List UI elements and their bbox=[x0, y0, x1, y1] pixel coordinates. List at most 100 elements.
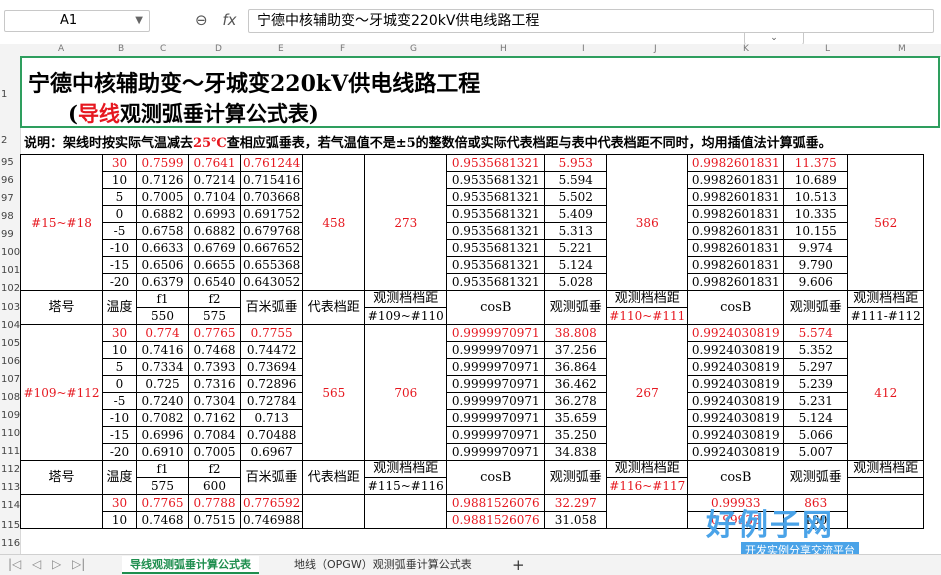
obs-sag-cell[interactable]: 5.239 bbox=[783, 375, 849, 393]
obs-span-cell[interactable]: 562 bbox=[847, 154, 925, 291]
row-header[interactable]: 111 bbox=[1, 446, 20, 457]
f2-cell[interactable]: 0.7788 bbox=[188, 494, 241, 512]
obs-sag-cell[interactable]: 11.375 bbox=[783, 154, 849, 172]
f1-cell[interactable]: 0.7005 bbox=[136, 188, 189, 206]
cosb-cell[interactable]: 0.9535681321 bbox=[446, 239, 546, 257]
hundred-sag-cell[interactable]: 0.776592 bbox=[239, 494, 304, 512]
tab-ground-wire-sag[interactable]: 地线（OPGW）观测弧垂计算公式表 bbox=[286, 556, 480, 574]
f2-cell[interactable]: 0.7304 bbox=[188, 392, 241, 410]
cosb-cell[interactable]: 0.9982601831 bbox=[687, 273, 785, 291]
obs-sag-cell[interactable]: 36.864 bbox=[544, 358, 608, 376]
row-header[interactable]: 95 bbox=[1, 157, 14, 168]
hundred-sag-cell[interactable]: 0.73694 bbox=[239, 358, 304, 376]
temp-cell[interactable]: -5 bbox=[102, 392, 137, 410]
row-header[interactable]: 100 bbox=[1, 247, 20, 258]
f2-cell[interactable]: 0.7468 bbox=[188, 341, 241, 359]
obs-span-header[interactable]: 观测档档距 bbox=[364, 460, 448, 478]
f1-cell[interactable]: 0.7765 bbox=[136, 494, 189, 512]
tower-header[interactable]: 塔号 bbox=[20, 460, 103, 495]
temp-cell[interactable]: 5 bbox=[102, 188, 137, 206]
obs-sag-cell[interactable]: 5.066 bbox=[783, 426, 849, 444]
hundred-sag-cell[interactable]: 0.713 bbox=[239, 409, 304, 427]
temp-cell[interactable]: 10 bbox=[102, 171, 137, 189]
hundred-sag-cell[interactable]: 0.655368 bbox=[239, 256, 304, 274]
obs-range[interactable]: #109~#110 bbox=[364, 307, 448, 325]
cosb-cell[interactable]: 0.9999970971 bbox=[446, 443, 546, 461]
temp-cell[interactable]: -20 bbox=[102, 443, 137, 461]
row-header[interactable]: 112 bbox=[1, 464, 20, 475]
hundred-sag-cell[interactable]: 0.691752 bbox=[239, 205, 304, 223]
obs-sag-cell[interactable]: 5.502 bbox=[544, 188, 608, 206]
f2-cell[interactable]: 0.7162 bbox=[188, 409, 241, 427]
row-header[interactable]: 105 bbox=[1, 338, 20, 349]
f1-cell[interactable]: 0.6379 bbox=[136, 273, 189, 291]
obs-sag-cell[interactable]: 5.124 bbox=[783, 409, 849, 427]
temp-cell[interactable]: -10 bbox=[102, 409, 137, 427]
obs-sag-cell[interactable]: 5.231 bbox=[783, 392, 849, 410]
cosb-cell[interactable]: 0.9982601831 bbox=[687, 171, 785, 189]
cosb-cell[interactable]: 0.9535681321 bbox=[446, 154, 546, 172]
obs-span-cell[interactable]: 386 bbox=[606, 154, 689, 291]
obs-sag-cell[interactable]: 34.838 bbox=[544, 443, 608, 461]
f1-cell[interactable]: 0.774 bbox=[136, 324, 189, 342]
cosb-cell[interactable]: 0.9535681321 bbox=[446, 273, 546, 291]
add-sheet-button[interactable]: + bbox=[504, 556, 533, 574]
tower-cell[interactable]: #109~#112 bbox=[20, 324, 103, 461]
f1-cell[interactable]: 0.7082 bbox=[136, 409, 189, 427]
obs-sag-cell[interactable]: 10.155 bbox=[783, 222, 849, 240]
row-header[interactable]: 1 bbox=[1, 89, 7, 100]
temp-cell[interactable]: 0 bbox=[102, 375, 137, 393]
col-header[interactable]: L bbox=[825, 44, 830, 54]
obs-sag-cell[interactable]: 5.313 bbox=[544, 222, 608, 240]
obs-sag-cell[interactable]: 5.007 bbox=[783, 443, 849, 461]
temp-cell[interactable]: 30 bbox=[102, 324, 137, 342]
hundred-sag-cell[interactable]: 0.761244 bbox=[239, 154, 304, 172]
rep-span-cell[interactable]: 458 bbox=[302, 154, 366, 291]
hundred-sag-cell[interactable]: 0.6967 bbox=[239, 443, 304, 461]
obs-sag-cell[interactable]: 35.659 bbox=[544, 409, 608, 427]
cosb-header[interactable]: cosB bbox=[687, 460, 785, 495]
obs-sag-cell[interactable]: 31.058 bbox=[544, 511, 608, 529]
cosb-cell[interactable]: 0.9999970971 bbox=[446, 324, 546, 342]
row-header[interactable]: 102 bbox=[1, 283, 20, 294]
cosb-cell[interactable]: 0.9982601831 bbox=[687, 239, 785, 257]
row-header[interactable]: 97 bbox=[1, 193, 14, 204]
f2-cell[interactable]: 0.7005 bbox=[188, 443, 241, 461]
cosb-cell[interactable]: 0.9999970971 bbox=[446, 375, 546, 393]
obs-sag-cell[interactable]: 5.028 bbox=[544, 273, 608, 291]
zoom-icon[interactable]: ⊖ bbox=[195, 11, 208, 29]
cosb-cell[interactable]: 0.9999970971 bbox=[446, 426, 546, 444]
row-header[interactable]: 101 bbox=[1, 265, 20, 276]
temp-cell[interactable]: 10 bbox=[102, 511, 137, 529]
obs-sag-cell[interactable]: 5.953 bbox=[544, 154, 608, 172]
obs-span-cell[interactable]: 412 bbox=[847, 324, 925, 461]
f1-value[interactable]: 575 bbox=[136, 477, 189, 495]
tab-conductor-sag[interactable]: 导线观测弧垂计算公式表 bbox=[122, 556, 259, 574]
name-box[interactable]: A1 ▼ bbox=[4, 10, 150, 32]
row-header[interactable]: 109 bbox=[1, 410, 20, 421]
cosb-cell[interactable]: 0.9881526076 bbox=[446, 511, 546, 529]
obs-sag-cell[interactable]: 5.409 bbox=[544, 205, 608, 223]
obs-sag-header[interactable]: 观测弧垂 bbox=[544, 460, 608, 495]
prev-sheet-icon[interactable]: ◁ bbox=[32, 557, 41, 571]
f2-cell[interactable]: 0.6882 bbox=[188, 222, 241, 240]
cosb-cell[interactable]: 0.9924030819 bbox=[687, 375, 785, 393]
col-header[interactable]: K bbox=[743, 44, 749, 54]
note-text[interactable]: 说明：架线时按实际气温减去25℃查相应弧垂表，若气温值不是±5的整数倍或实际代表… bbox=[24, 132, 832, 151]
formula-input[interactable]: 宁德中核辅助变～牙城变220kV供电线路工程 bbox=[248, 9, 934, 33]
obs-sag-cell[interactable]: 9.606 bbox=[783, 273, 849, 291]
cosb-cell[interactable]: 0.9535681321 bbox=[446, 256, 546, 274]
row-header[interactable]: 99 bbox=[1, 229, 14, 240]
obs-sag-header[interactable]: 观测弧垂 bbox=[783, 290, 849, 325]
col-header[interactable]: G bbox=[410, 44, 417, 54]
f2-cell[interactable]: 0.7641 bbox=[188, 154, 241, 172]
cosb-header[interactable]: cosB bbox=[446, 290, 546, 325]
obs-sag-cell[interactable]: 5.221 bbox=[544, 239, 608, 257]
f1-cell[interactable]: 0.7416 bbox=[136, 341, 189, 359]
next-sheet-icon[interactable]: ▷ bbox=[52, 557, 61, 571]
obs-sag-cell[interactable]: 10.335 bbox=[783, 205, 849, 223]
f1-cell[interactable]: 0.6882 bbox=[136, 205, 189, 223]
f1-cell[interactable]: 0.6996 bbox=[136, 426, 189, 444]
cosb-cell[interactable]: 0.9982601831 bbox=[687, 222, 785, 240]
cosb-cell[interactable]: 0.9535681321 bbox=[446, 171, 546, 189]
